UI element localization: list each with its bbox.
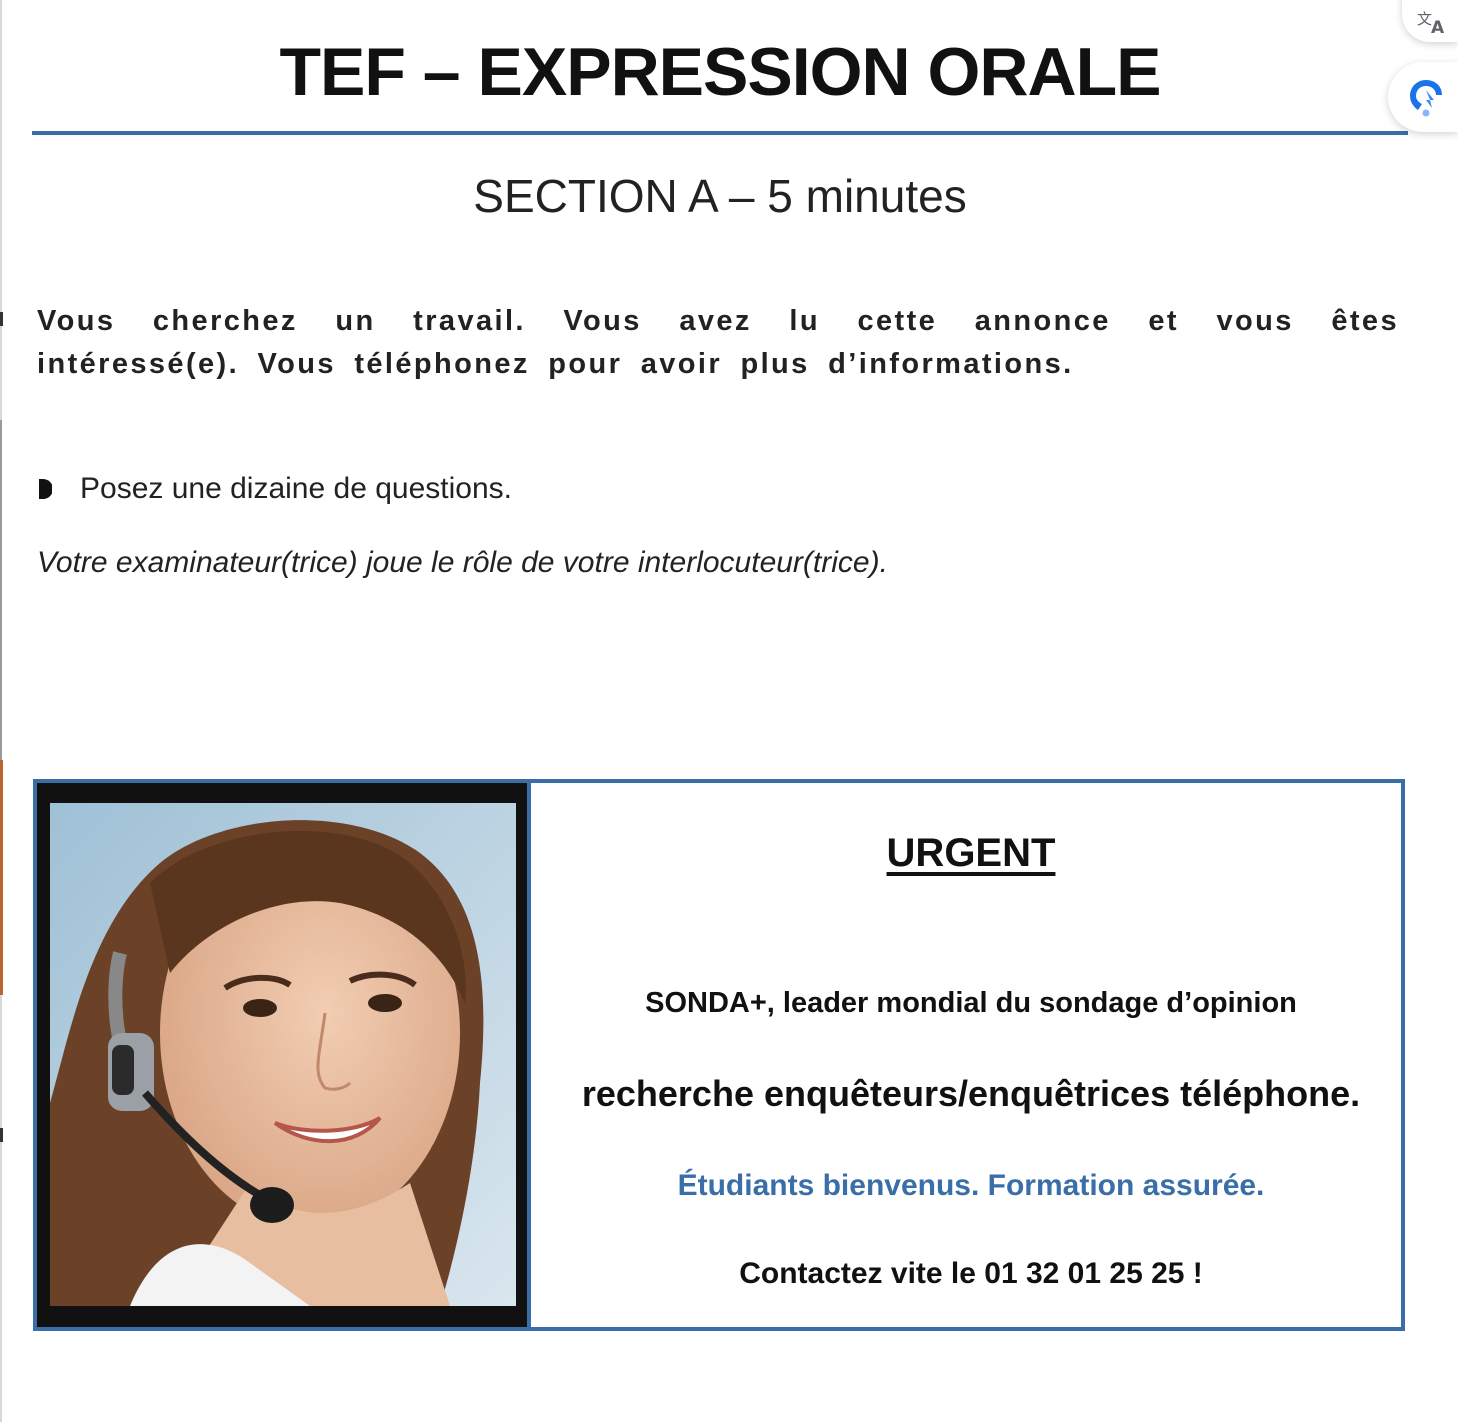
svg-text:A: A <box>1431 18 1445 36</box>
photo-frame <box>37 783 531 1327</box>
instructions-paragraph: Vous cherchez un travail. Vous avez lu c… <box>37 305 1399 380</box>
title-divider <box>32 131 1408 135</box>
ad-company-line: SONDA+, leader mondial du sondage d’opin… <box>645 987 1297 1019</box>
job-advertisement: URGENT SONDA+, leader mondial du sondage… <box>33 779 1405 1331</box>
section-heading: SECTION A – 5 minutes <box>473 170 967 222</box>
ad-recruiting-line: recherche enquêteurs/enquêtrices télépho… <box>581 1073 1361 1114</box>
assistant-button[interactable] <box>1388 62 1458 132</box>
ad-contact-line: Contactez vite le 01 32 01 25 25 ! <box>739 1257 1203 1290</box>
translate-icon: 文 A <box>1417 10 1445 36</box>
assistant-icon <box>1410 80 1442 117</box>
svg-text:文: 文 <box>1417 10 1432 28</box>
examiner-note: Votre examinateur(trice) joue le rôle de… <box>37 546 888 579</box>
page-title: TEF – EXPRESSION ORALE <box>279 34 1161 110</box>
woman-with-headset-photo <box>50 803 516 1306</box>
ad-heading: URGENT <box>886 831 1056 875</box>
task-item: Posez une dizaine de questions. <box>38 472 512 506</box>
task-text: Posez une dizaine de questions. <box>80 472 512 505</box>
ad-benefits-line: Étudiants bienvenus. Formation assurée. <box>677 1169 1265 1202</box>
bullet-icon <box>39 479 52 499</box>
ad-text-panel: URGENT SONDA+, leader mondial du sondage… <box>531 783 1401 1327</box>
